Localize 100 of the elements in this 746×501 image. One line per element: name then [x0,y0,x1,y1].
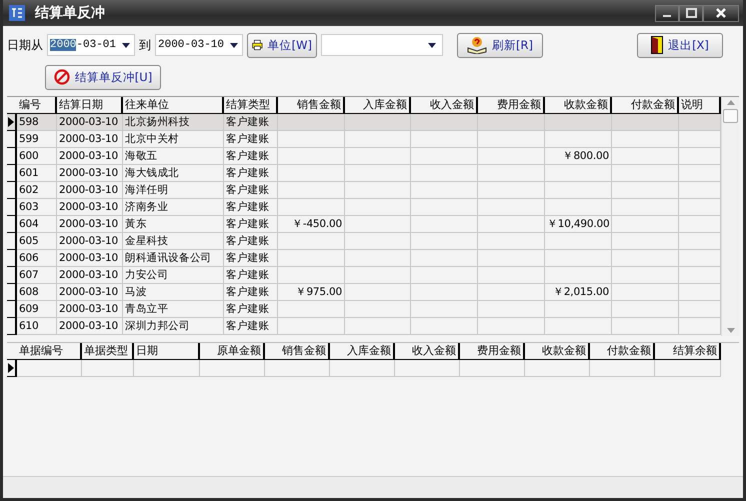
table-cell: 客户建账 [224,267,278,284]
book-question-icon [467,36,488,54]
scroll-up-icon[interactable] [726,100,734,105]
table-cell: 606 [17,250,57,267]
table-cell: 2000-03-10 [57,182,123,199]
table-cell: 2000-03-10 [57,233,123,250]
date-from-label: 日期从 [7,36,43,54]
table-cell: 2000-03-10 [57,284,123,301]
close-button[interactable] [703,4,739,22]
table-cell: ￥2,015.00 [545,284,612,301]
table-cell: 605 [17,233,57,250]
date-to-field[interactable]: 2000-03-10 [155,34,243,56]
empty-cell [525,360,590,377]
maximize-button[interactable] [679,4,703,22]
table-cell: 济南务业 [123,199,224,216]
column-header[interactable]: 单据类型 [82,343,134,360]
door-icon [651,36,664,54]
refresh-button[interactable]: 刷新[R] [457,32,543,58]
table-cell: 深圳力邦公司 [123,318,224,335]
column-header[interactable]: 收入金额 [395,343,460,360]
column-header[interactable]: 销售金额 [265,343,330,360]
table-cell: 598 [17,114,57,131]
table-cell: 603 [17,199,57,216]
table-cell: 604 [17,216,57,233]
table-row[interactable]: 602 2000-03-10 海洋任明 客户建账 [7,182,721,199]
table-cell: 2000-03-10 [57,250,123,267]
column-header[interactable]: 编号 [17,97,57,114]
table-cell: 599 [17,131,57,148]
prohibited-icon [54,69,70,85]
column-header[interactable]: 收入金额 [411,97,478,114]
column-header[interactable]: 往来单位 [123,97,224,114]
minimize-button[interactable] [655,4,679,22]
table-row[interactable]: 608 2000-03-10 马波 客户建账 ￥975.00 ￥2,015.00 [7,284,721,301]
scroll-thumb[interactable] [723,109,738,123]
table-cell: 2000-03-10 [57,114,123,131]
column-header[interactable]: 费用金额 [460,343,525,360]
column-header[interactable]: 付款金额 [612,97,679,114]
table-cell: 力安公司 [123,267,224,284]
column-header[interactable]: 收款金额 [525,343,590,360]
empty-cell [395,360,460,377]
table-row[interactable]: 605 2000-03-10 金星科技 客户建账 [7,233,721,250]
table-cell: 海洋任明 [123,182,224,199]
table-cell: 海敬五 [123,148,224,165]
reverse-settlement-button[interactable]: 结算单反冲[U] [45,64,161,90]
table-cell: 北京扬州科技 [123,114,224,131]
column-header[interactable]: 费用金额 [478,97,545,114]
app-icon [9,5,25,21]
scroll-down-icon[interactable] [726,328,734,333]
table-cell: ￥-450.00 [278,216,345,233]
column-header[interactable]: 说明 [679,97,721,114]
column-header[interactable]: 结算余额 [655,343,721,360]
table-cell: 朗科通讯设备公司 [123,250,224,267]
empty-cell [655,360,721,377]
exit-button[interactable]: 退出[X] [637,32,723,58]
close-icon [716,8,726,18]
table-row[interactable]: 610 2000-03-10 深圳力邦公司 客户建账 [7,318,721,335]
column-header[interactable]: 付款金额 [590,343,655,360]
table-cell: ￥975.00 [278,284,345,301]
column-header[interactable]: 日期 [134,343,200,360]
table-cell: 601 [17,165,57,182]
table-cell: 客户建账 [224,131,278,148]
table-row[interactable]: 609 2000-03-10 青岛立平 客户建账 [7,301,721,318]
table-cell: 金星科技 [123,233,224,250]
table-cell: 2000-03-10 [57,131,123,148]
unit-button[interactable]: 单位[W] [247,32,317,58]
column-header[interactable]: 入库金额 [330,343,395,360]
table-cell: 北京中关村 [123,131,224,148]
table-row[interactable]: 604 2000-03-10 黃东 客户建账 ￥-450.00 ￥10,490.00 [7,216,721,233]
empty-cell [200,360,265,377]
column-header[interactable]: 入库金额 [345,97,411,114]
column-header[interactable]: 结算日期 [57,97,123,114]
table-cell: 客户建账 [224,199,278,216]
column-header[interactable]: 原单金额 [200,343,265,360]
row-pointer-icon [7,363,15,373]
table-cell: 2000-03-10 [57,165,123,182]
table-row[interactable]: 601 2000-03-10 海大钱成北 客户建账 [7,165,721,182]
table-cell: 2000-03-10 [57,199,123,216]
table-cell: 客户建账 [224,301,278,318]
empty-cell [460,360,525,377]
table-row[interactable]: 607 2000-03-10 力安公司 客户建账 [7,267,721,284]
table-cell: 马波 [123,284,224,301]
column-header[interactable]: 销售金额 [278,97,345,114]
table-cell: 610 [17,318,57,335]
table-row[interactable]: 598 2000-03-10 北京扬州科技 客户建账 [7,114,721,131]
table-cell: 602 [17,182,57,199]
table-row[interactable]: 600 2000-03-10 海敬五 客户建账 ￥800.00 [7,148,721,165]
table-row[interactable]: 606 2000-03-10 朗科通讯设备公司 客户建账 [7,250,721,267]
row-pointer-icon [7,117,15,127]
empty-cell [265,360,330,377]
table-cell: 2000-03-10 [57,318,123,335]
column-header[interactable]: 单据编号 [17,343,82,360]
table-row[interactable]: 603 2000-03-10 济南务业 客户建账 [7,199,721,216]
date-from-field[interactable]: 2000-03-01 [47,34,135,56]
table-cell: 609 [17,301,57,318]
column-header[interactable]: 结算类型 [224,97,278,114]
column-header[interactable]: 收款金额 [545,97,612,114]
date-to-label: 到 [139,36,151,54]
empty-cell [134,360,200,377]
table-row[interactable]: 599 2000-03-10 北京中关村 客户建账 [7,131,721,148]
unit-dropdown[interactable] [321,34,443,56]
